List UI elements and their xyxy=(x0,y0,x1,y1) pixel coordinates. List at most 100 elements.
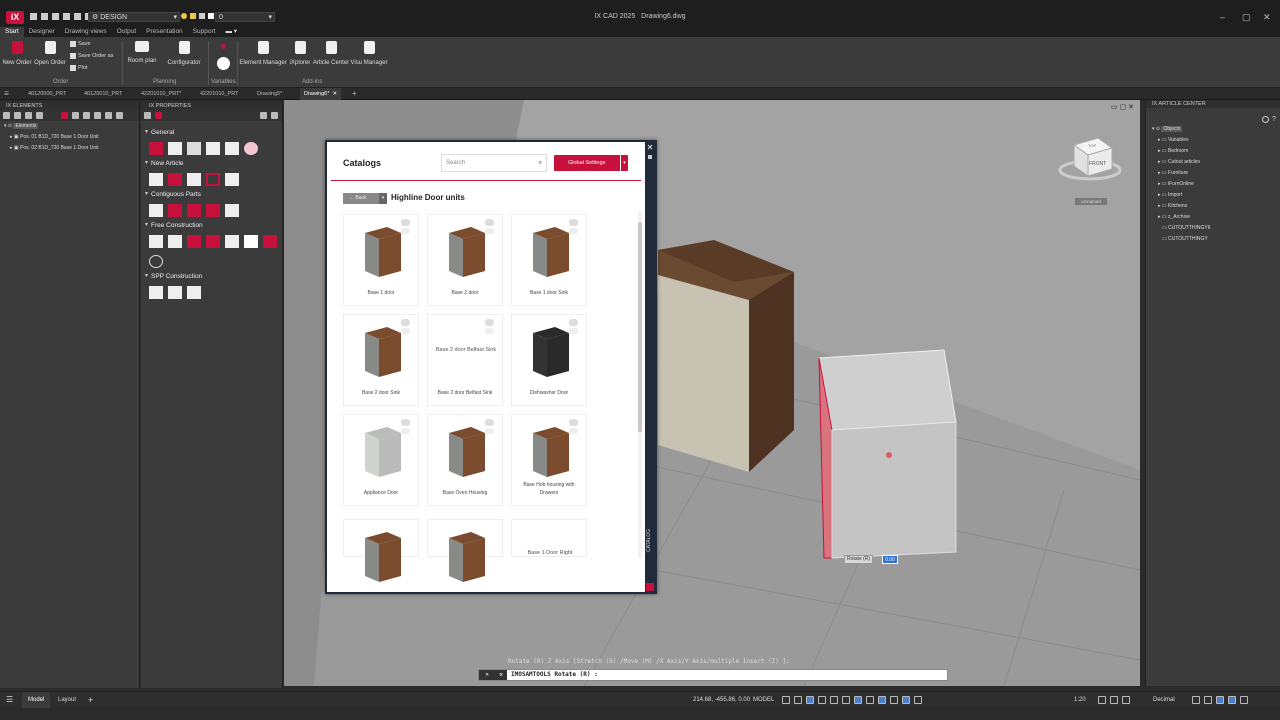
section-general[interactable]: ▾ General xyxy=(141,127,282,138)
gizmo-icon[interactable] xyxy=(890,696,898,704)
favorite-toggle-icon[interactable] xyxy=(401,219,410,226)
selection-icon[interactable] xyxy=(878,696,886,704)
catalog-item[interactable] xyxy=(343,519,419,582)
customize-icon[interactable] xyxy=(1240,696,1248,704)
tab-drawing-views[interactable]: Drawing views xyxy=(60,27,112,37)
catalog-item[interactable]: Base Oven Housing xyxy=(427,414,503,506)
cube-icon[interactable] xyxy=(149,234,163,248)
favorite-toggle-icon[interactable] xyxy=(401,319,410,326)
room-plan-button[interactable]: Room plan xyxy=(125,37,159,64)
isolate-icon[interactable] xyxy=(1122,696,1130,704)
tree-item[interactable]: ▸ ▭ Cutout articles xyxy=(1152,157,1280,168)
info-icon[interactable] xyxy=(401,428,410,434)
minimize-icon[interactable]: – xyxy=(1220,12,1225,22)
tab-start[interactable]: Start xyxy=(0,27,24,37)
square-icon[interactable] xyxy=(244,234,258,248)
favorite-toggle-icon[interactable] xyxy=(569,319,578,326)
favorite-toggle-icon[interactable] xyxy=(569,419,578,426)
plot-button[interactable]: Plot xyxy=(70,65,87,71)
help-icon[interactable]: ? xyxy=(1272,116,1276,123)
article-icon[interactable] xyxy=(149,141,163,155)
badge-icon[interactable] xyxy=(244,141,258,155)
menu-icon[interactable]: ☰ xyxy=(6,692,13,708)
help-icon[interactable] xyxy=(116,112,123,119)
clean-screen-icon[interactable] xyxy=(1228,696,1236,704)
search-icon[interactable]: ⌕ xyxy=(539,155,542,171)
tree-item[interactable]: ▸ ▭ Kitchens xyxy=(1152,201,1280,212)
panel-icon[interactable] xyxy=(225,141,239,155)
list-icon[interactable] xyxy=(144,112,151,119)
refresh-icon[interactable] xyxy=(1262,116,1269,123)
cube-icon[interactable] xyxy=(225,234,239,248)
section-spp-construction[interactable]: ▾ SPP Construction xyxy=(141,271,282,282)
add-layout-icon[interactable]: + xyxy=(88,692,93,708)
back-button[interactable]: ← Back xyxy=(343,193,379,204)
wrench-icon[interactable]: ⚒ xyxy=(495,670,507,680)
close-icon[interactable]: ✕ xyxy=(645,143,655,152)
tree-item[interactable]: ▭ CUTOUTTHINGY6 xyxy=(1152,223,1280,234)
visu-manager-button[interactable]: Visu Manager xyxy=(351,37,387,66)
configurator-button[interactable]: Configurator xyxy=(167,37,201,66)
tab-output[interactable]: Output xyxy=(112,27,142,37)
cube-icon[interactable] xyxy=(168,285,182,299)
expand-icon[interactable] xyxy=(25,112,32,119)
board-icon[interactable] xyxy=(187,234,201,248)
tree-item[interactable]: ▸ ▭ iFurnOnline xyxy=(1152,179,1280,190)
grid-icon[interactable] xyxy=(187,141,201,155)
annotation-scale[interactable]: 1:20 xyxy=(1074,692,1086,708)
open-order-button[interactable]: Open Order xyxy=(33,37,67,66)
tab-presentation[interactable]: Presentation xyxy=(141,27,188,37)
doc-tab[interactable]: 42201010_PRT xyxy=(200,88,238,100)
panel-icon[interactable] xyxy=(187,172,201,186)
model-space-toggle[interactable]: MODEL xyxy=(753,692,774,708)
pin-icon[interactable] xyxy=(260,112,267,119)
info-icon[interactable] xyxy=(569,328,578,334)
doc-tab[interactable]: 42201010_PRT* xyxy=(141,88,182,100)
polar-icon[interactable] xyxy=(818,696,826,704)
doc-tab-active[interactable]: Drawing6* ✕ xyxy=(300,88,342,100)
section-free-construction[interactable]: ▾ Free Construction xyxy=(141,220,282,231)
back-dropdown[interactable]: ▾ xyxy=(379,193,387,204)
tree-item[interactable]: ▸ ▭ Import xyxy=(1152,190,1280,201)
chevron-down-icon[interactable]: ▾ xyxy=(620,155,628,171)
info-icon[interactable] xyxy=(569,228,578,234)
board-icon[interactable] xyxy=(206,141,220,155)
favorite-toggle-icon[interactable] xyxy=(569,219,578,226)
properties-icon[interactable] xyxy=(1192,696,1200,704)
snap-icon[interactable] xyxy=(794,696,802,704)
catalog-item[interactable]: Appliance Door xyxy=(343,414,419,506)
catalog-item[interactable]: Base Hob housing with Drawers xyxy=(511,414,587,506)
favorite-toggle-icon[interactable] xyxy=(485,319,494,326)
info-icon[interactable] xyxy=(485,228,494,234)
close-icon[interactable]: ✕ xyxy=(1263,12,1271,23)
gear-icon[interactable] xyxy=(1098,696,1106,704)
cube-icon[interactable] xyxy=(168,203,182,217)
plus-icon[interactable] xyxy=(1110,696,1118,704)
close-icon[interactable]: ✕ xyxy=(332,91,337,97)
workspace-icon[interactable] xyxy=(914,696,922,704)
panel-icon[interactable] xyxy=(149,172,163,186)
refresh-icon[interactable] xyxy=(14,112,21,119)
hardware-icon[interactable] xyxy=(1216,696,1224,704)
edit-icon[interactable] xyxy=(94,112,101,119)
units-selector[interactable]: Decimal xyxy=(1153,692,1175,708)
settings-icon[interactable] xyxy=(3,112,10,119)
tree-item[interactable]: ▸ ▣ Pos. 01 B1D_720 Base 1 Door Unit xyxy=(4,132,139,143)
sort-icon[interactable] xyxy=(105,112,112,119)
variables-button[interactable] xyxy=(206,37,240,70)
copy-icon[interactable] xyxy=(168,141,182,155)
tree-item[interactable]: ▸ ▭ Bedroom xyxy=(1152,146,1280,157)
favorite-toggle-icon[interactable] xyxy=(401,419,410,426)
cube-icon[interactable] xyxy=(187,285,201,299)
catalog-logo-icon[interactable] xyxy=(646,583,654,591)
board-icon[interactable] xyxy=(206,234,220,248)
catalog-item[interactable]: Base 2 door Sink xyxy=(343,314,419,406)
add-tab-icon[interactable]: + xyxy=(352,88,357,100)
favorite-toggle-icon[interactable] xyxy=(485,419,494,426)
view-name-badge[interactable]: Unnamed xyxy=(1075,198,1107,205)
tab-support[interactable]: Support xyxy=(188,27,221,37)
frame-icon[interactable] xyxy=(206,172,220,186)
info-icon[interactable] xyxy=(401,228,410,234)
catalog-item[interactable]: Base 2 door xyxy=(427,214,503,306)
close-icon[interactable]: ✕ xyxy=(479,670,495,680)
